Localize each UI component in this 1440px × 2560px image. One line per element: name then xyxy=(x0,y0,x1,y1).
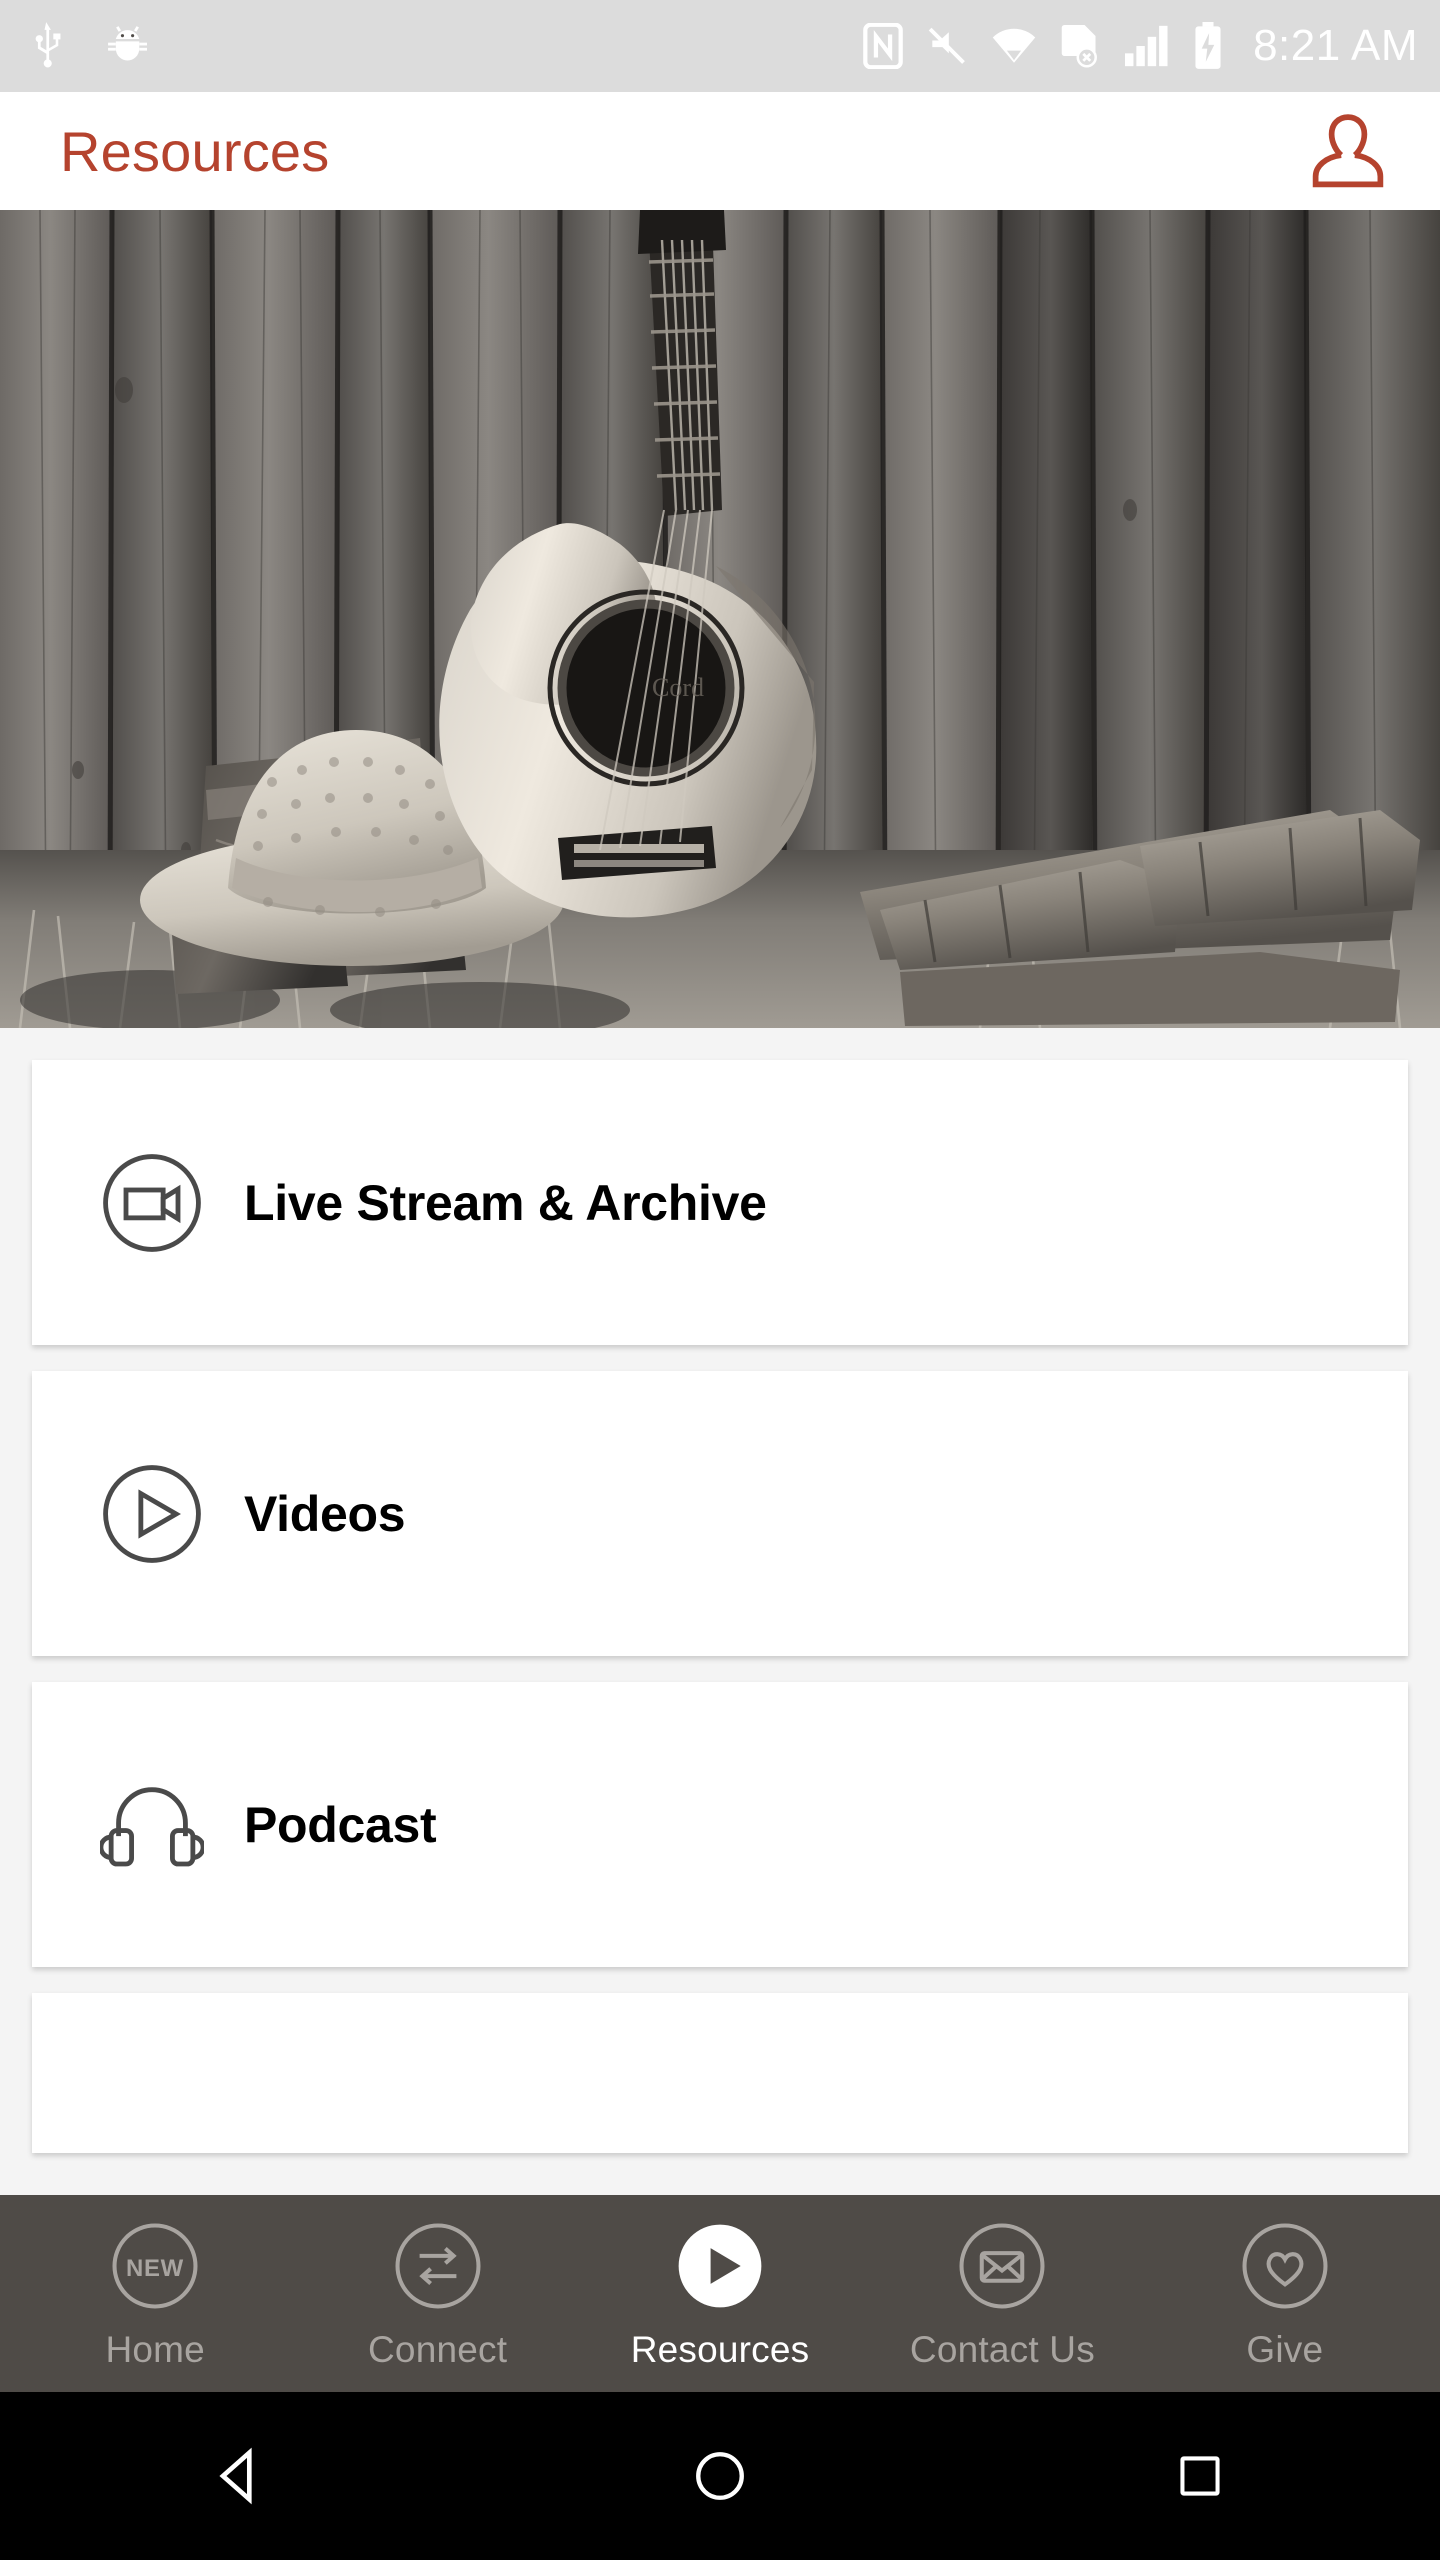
nav-item-home[interactable]: NEW Home xyxy=(14,2217,296,2371)
usb-debugging-icon xyxy=(35,22,61,68)
app-screen: 8:21 AM Resources Cord Live Stream & Arc… xyxy=(0,0,1440,2560)
hero-image: Cord xyxy=(0,210,1440,1028)
nav-item-label: Resources xyxy=(630,2328,810,2370)
sim-card-error-icon xyxy=(1061,25,1098,68)
cellular-signal-icon xyxy=(1125,25,1168,67)
svg-text:Cord: Cord xyxy=(652,673,704,702)
menu-item-videos[interactable]: Videos xyxy=(32,1371,1408,1656)
nav-item-label: Home xyxy=(105,2328,205,2370)
play-circle-icon xyxy=(98,1460,206,1568)
menu-item-partial[interactable] xyxy=(32,1993,1408,2153)
menu-item-label: Live Stream & Archive xyxy=(244,1174,767,1231)
volume-muted-icon xyxy=(928,27,965,64)
bottom-navigation-bar: NEW Home Connect Resources Contact Us Gi… xyxy=(0,2195,1440,2392)
page-title: Resources xyxy=(60,119,330,183)
system-back-button[interactable] xyxy=(165,2416,315,2536)
nav-item-label: Connect xyxy=(368,2328,508,2370)
envelope-circle-icon xyxy=(953,2217,1051,2315)
status-bar: 8:21 AM xyxy=(0,0,1440,92)
status-bar-right-icons: 8:21 AM xyxy=(863,21,1418,71)
exchange-arrows-circle-icon xyxy=(389,2217,487,2315)
system-recents-button[interactable] xyxy=(1125,2416,1275,2536)
wifi-icon xyxy=(992,28,1036,63)
new-badge-circle-icon: NEW xyxy=(106,2217,204,2315)
system-home-button[interactable] xyxy=(645,2416,795,2536)
svg-text:NEW: NEW xyxy=(126,2255,184,2282)
status-bar-clock: 8:21 AM xyxy=(1253,21,1418,70)
android-system-navigation xyxy=(0,2392,1440,2560)
profile-button[interactable] xyxy=(1300,103,1396,199)
person-icon xyxy=(1312,114,1384,188)
android-debug-bug-icon xyxy=(108,26,148,61)
resource-menu-list: Live Stream & Archive Videos Podcast xyxy=(0,1028,1440,2153)
play-filled-circle-icon xyxy=(671,2217,769,2315)
nav-item-give[interactable]: Give xyxy=(1144,2217,1426,2371)
circle-home-icon xyxy=(696,2452,744,2500)
nav-item-resources[interactable]: Resources xyxy=(579,2217,861,2371)
status-bar-left-icons xyxy=(26,20,152,72)
nav-item-label: Give xyxy=(1246,2328,1324,2370)
nav-item-contact-us[interactable]: Contact Us xyxy=(861,2217,1143,2371)
nav-item-connect[interactable]: Connect xyxy=(296,2217,578,2371)
menu-item-label: Podcast xyxy=(244,1796,437,1853)
menu-item-live-stream[interactable]: Live Stream & Archive xyxy=(32,1060,1408,1345)
battery-charging-icon xyxy=(1195,22,1221,69)
triangle-back-icon xyxy=(219,2447,252,2505)
nfc-icon xyxy=(863,23,903,69)
guitar-fence-photo: Cord xyxy=(0,210,1440,1028)
heart-circle-icon xyxy=(1236,2217,1334,2315)
headphones-icon xyxy=(98,1771,206,1879)
menu-item-podcast[interactable]: Podcast xyxy=(32,1682,1408,1967)
video-camera-icon xyxy=(98,1149,206,1257)
square-recents-icon xyxy=(1180,2456,1220,2496)
menu-item-label: Videos xyxy=(244,1485,406,1542)
app-bar: Resources xyxy=(0,92,1440,210)
nav-item-label: Contact Us xyxy=(909,2328,1095,2370)
